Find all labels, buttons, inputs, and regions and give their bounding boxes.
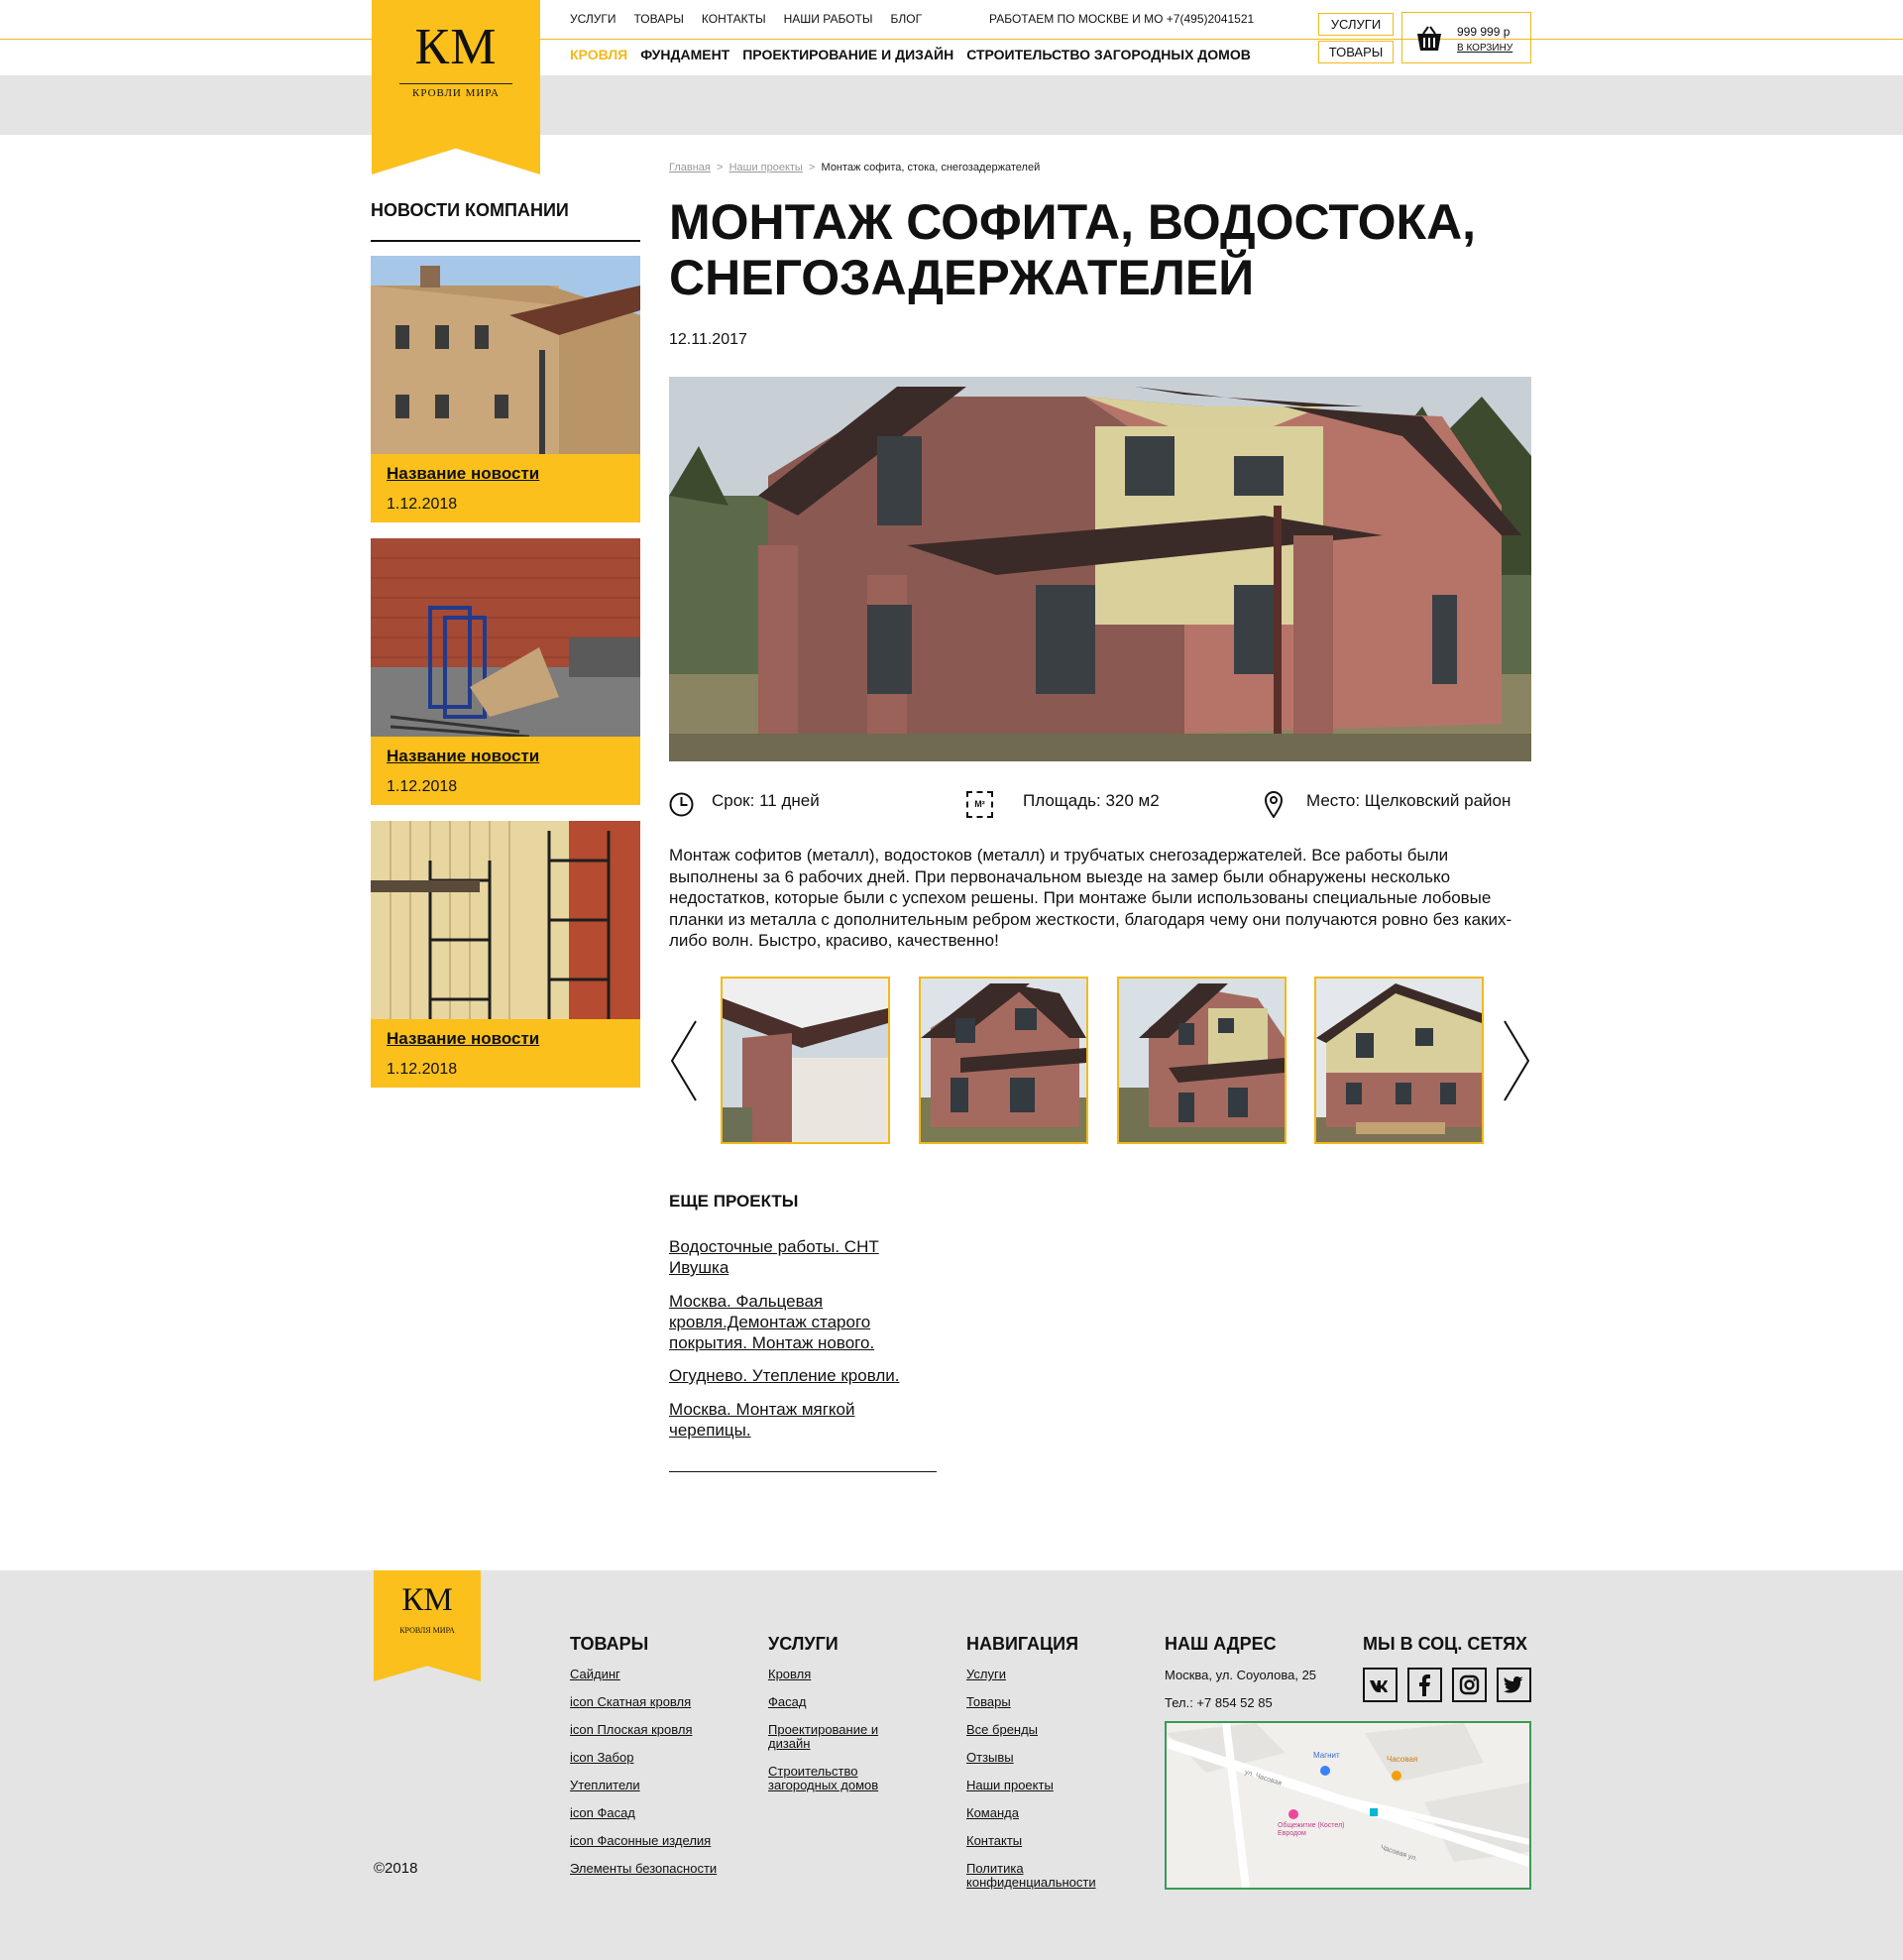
- top-nav-our-works[interactable]: НАШИ РАБОТЫ: [784, 12, 873, 26]
- footer-nav-link[interactable]: Товары: [966, 1695, 1011, 1709]
- footer-nav-link[interactable]: Команда: [966, 1806, 1019, 1820]
- news-date: 1.12.2018: [387, 778, 458, 795]
- footer-nav-link[interactable]: Услуги: [966, 1668, 1006, 1681]
- footer: [0, 1570, 1903, 1960]
- logo-subtitle: КРОВЛИ МИРА: [412, 87, 500, 99]
- top-nav-blog[interactable]: БЛОГ: [890, 12, 922, 26]
- facebook-icon[interactable]: [1407, 1668, 1442, 1702]
- article-date: 12.11.2017: [669, 331, 747, 348]
- header-top-rule: [0, 39, 1903, 40]
- map-label: Часовая: [1387, 1755, 1418, 1764]
- breadcrumb: Главная > Наши проекты > Монтаж софита, …: [669, 162, 1041, 173]
- footer-goods-link[interactable]: Сайдинг: [570, 1668, 620, 1681]
- footer-nav-link[interactable]: Контакты: [966, 1834, 1022, 1848]
- footer-goods-link[interactable]: Утеплители: [570, 1779, 640, 1792]
- news-title[interactable]: Название новости: [387, 464, 539, 484]
- top-nav-services[interactable]: УСЛУГИ: [570, 12, 616, 26]
- news-title[interactable]: Название новости: [387, 1029, 539, 1049]
- footer-address-heading: НАШ АДРЕС: [1165, 1634, 1277, 1654]
- project-description: Монтаж софитов (металл), водостоков (мет…: [669, 846, 1512, 950]
- map-label: Общежитие (Костел) Евродом: [1278, 1822, 1345, 1837]
- footer-social-heading: МЫ В СОЦ. СЕТЯХ: [1363, 1634, 1528, 1654]
- more-projects-heading: ЕЩЕ ПРОЕКТЫ: [669, 1192, 799, 1211]
- news-photo: [371, 821, 640, 1019]
- footer-goods-link[interactable]: Элементы безопасности: [570, 1862, 717, 1876]
- cart-link[interactable]: В КОРЗИНУ: [1457, 43, 1512, 54]
- more-project-link[interactable]: Огуднево. Утепление кровли.: [669, 1365, 927, 1386]
- breadcrumb-current: Монтаж софита, стока, снегозадержателей: [821, 162, 1041, 173]
- footer-goods-link[interactable]: icon Забор: [570, 1751, 633, 1765]
- logo-mark: КМ: [414, 19, 498, 75]
- gallery-prev-arrow[interactable]: [669, 1019, 699, 1102]
- footer-goods-heading: ТОВАРЫ: [570, 1634, 649, 1654]
- clock-icon: [669, 792, 694, 817]
- news-date: 1.12.2018: [387, 1061, 458, 1078]
- footer-address: Москва, ул. Соуолова, 25: [1165, 1668, 1317, 1682]
- more-project-link[interactable]: Москва. Фальцевая кровля.Демонтаж старог…: [669, 1291, 927, 1353]
- services-button[interactable]: УСЛУГИ: [1318, 13, 1394, 36]
- area-icon: M²: [966, 791, 993, 818]
- basket-icon: [1417, 26, 1441, 51]
- footer-nav-heading: НАВИГАЦИЯ: [966, 1634, 1079, 1654]
- gallery-thumb[interactable]: [721, 977, 890, 1144]
- goods-button[interactable]: ТОВАРЫ: [1318, 41, 1394, 63]
- news-card[interactable]: Название новости 1.12.2018: [371, 821, 640, 1091]
- more-project-link[interactable]: Москва. Монтаж мягкой черепицы.: [669, 1399, 927, 1441]
- breadcrumb-projects[interactable]: Наши проекты: [729, 162, 803, 173]
- twitter-icon[interactable]: [1497, 1668, 1531, 1702]
- news-title[interactable]: Название новости: [387, 747, 539, 766]
- footer-goods-link[interactable]: icon Скатная кровля: [570, 1695, 691, 1709]
- location-pin-icon: [1264, 791, 1284, 818]
- work-area-phone: РАБОТАЕМ ПО МОСКВЕ И МО +7(495)2041521: [989, 12, 1255, 26]
- location-map[interactable]: Магнит Часовая Общежитие (Костел) Евродо…: [1165, 1721, 1531, 1890]
- breadcrumb-home[interactable]: Главная: [669, 162, 711, 173]
- footer-services-link[interactable]: Кровля: [768, 1668, 811, 1681]
- vk-icon[interactable]: [1363, 1668, 1398, 1702]
- footer-goods-link[interactable]: icon Фасад: [570, 1806, 635, 1820]
- instagram-icon[interactable]: [1452, 1668, 1487, 1702]
- top-nav-goods[interactable]: ТОВАРЫ: [634, 12, 684, 26]
- news-heading: НОВОСТИ КОМПАНИИ: [371, 200, 569, 220]
- site-logo[interactable]: КМ КРОВЛИ МИРА: [372, 0, 540, 174]
- gallery-thumb[interactable]: [1314, 977, 1484, 1144]
- cart-amount: 999 999 р: [1457, 25, 1511, 39]
- gallery-thumb[interactable]: [1117, 977, 1287, 1144]
- project-area: Площадь: 320 м2: [1023, 791, 1160, 810]
- footer-goods-link[interactable]: icon Плоская кровля: [570, 1723, 693, 1737]
- top-nav: УСЛУГИ ТОВАРЫ КОНТАКТЫ НАШИ РАБОТЫ БЛОГ: [570, 12, 922, 26]
- footer-services-heading: УСЛУГИ: [768, 1634, 839, 1654]
- category-nav: КРОВЛЯ ФУНДАМЕНТ ПРОЕКТИРОВАНИЕ И ДИЗАЙН…: [570, 47, 1251, 62]
- copyright: ©2018: [374, 1860, 418, 1877]
- category-house-building[interactable]: СТРОИТЕЛЬСТВО ЗАГОРОДНЫХ ДОМОВ: [966, 47, 1251, 62]
- cart-widget[interactable]: 999 999 р В КОРЗИНУ: [1401, 12, 1531, 63]
- news-date: 1.12.2018: [387, 496, 458, 513]
- footer-nav-link[interactable]: Отзывы: [966, 1751, 1014, 1765]
- news-card[interactable]: Название новости 1.12.2018: [371, 256, 640, 525]
- news-card[interactable]: Название новости 1.12.2018: [371, 538, 640, 808]
- category-design[interactable]: ПРОЕКТИРОВАНИЕ И ДИЗАЙН: [742, 47, 953, 62]
- gallery-thumb[interactable]: [919, 977, 1088, 1144]
- footer-phone: Тел.: +7 854 52 85: [1165, 1695, 1273, 1710]
- page-title: МОНТАЖ СОФИТА, ВОДОСТОКА, СНЕГОЗАДЕРЖАТЕ…: [669, 194, 1477, 305]
- footer-services-link[interactable]: Строительство загородных домов: [768, 1765, 907, 1792]
- more-project-link[interactable]: Водосточные работы. СНТ Ивушка: [669, 1236, 927, 1278]
- footer-logo[interactable]: КМ КРОВЛЯ МИРА: [374, 1570, 481, 1681]
- top-nav-contacts[interactable]: КОНТАКТЫ: [702, 12, 766, 26]
- main-project-photo: [669, 377, 1531, 761]
- category-roofing[interactable]: КРОВЛЯ: [570, 47, 627, 62]
- footer-services-link[interactable]: Фасад: [768, 1695, 806, 1709]
- header-grey-band: [0, 75, 1903, 135]
- footer-nav-link[interactable]: Политика конфиденциальности: [966, 1862, 1115, 1890]
- news-photo: [371, 538, 640, 737]
- footer-nav-link[interactable]: Наши проекты: [966, 1779, 1054, 1792]
- project-term: Срок: 11 дней: [712, 791, 820, 810]
- footer-nav-link[interactable]: Все бренды: [966, 1723, 1038, 1737]
- category-foundation[interactable]: ФУНДАМЕНТ: [640, 47, 729, 62]
- footer-services-link[interactable]: Проектирование и дизайн: [768, 1723, 907, 1751]
- footer-goods-link[interactable]: icon Фасонные изделия: [570, 1834, 711, 1848]
- gallery-next-arrow[interactable]: [1502, 1019, 1531, 1102]
- map-label: Магнит: [1313, 1751, 1340, 1760]
- project-place: Место: Щелковский район: [1306, 791, 1511, 810]
- news-photo: [371, 256, 640, 454]
